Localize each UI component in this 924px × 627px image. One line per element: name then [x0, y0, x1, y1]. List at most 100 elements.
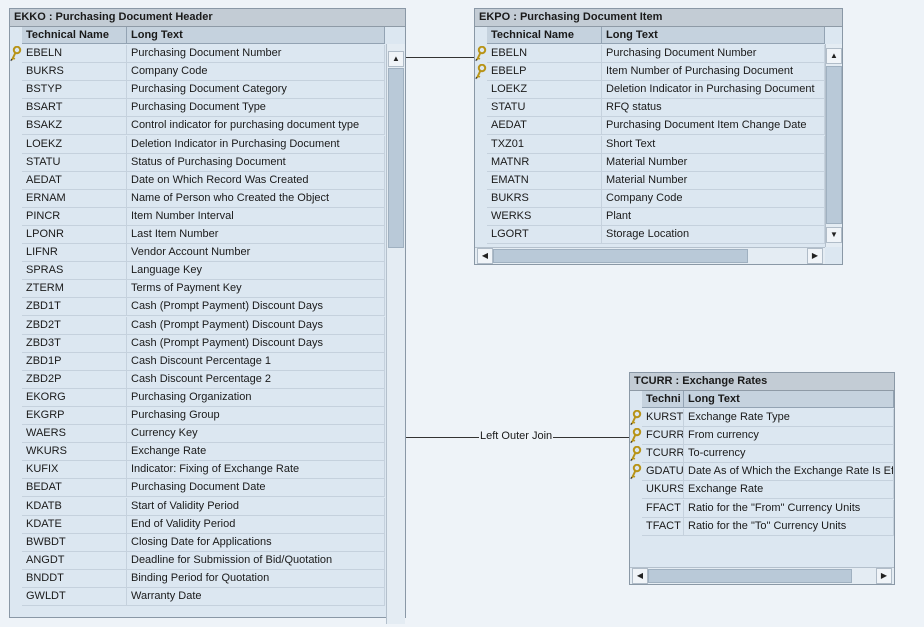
table-row[interactable]: KDATE End of Validity Period: [10, 515, 385, 534]
table-row[interactable]: BSAKZ Control indicator for purchasing do…: [10, 117, 385, 136]
table-row[interactable]: KUFIX Indicator: Fixing of Exchange Rate: [10, 461, 385, 480]
table-row[interactable]: BNDDT Binding Period for Quotation: [10, 569, 385, 588]
technical-name-cell: KDATB: [22, 497, 127, 516]
table-row[interactable]: BSART Purchasing Document Type: [10, 99, 385, 118]
technical-name-cell: WERKS: [487, 207, 602, 226]
scroll-thumb[interactable]: [388, 68, 404, 248]
table-row[interactable]: AEDAT Purchasing Document Item Change Dat…: [475, 117, 825, 136]
table-ekko[interactable]: EKKO : Purchasing Document Header Techni…: [9, 8, 406, 624]
technical-name-cell: TXZ01: [487, 135, 602, 154]
horizontal-scrollbar[interactable]: ◀ ▶: [630, 567, 894, 584]
table-row[interactable]: ZBD2T Cash (Prompt Payment) Discount Days: [10, 316, 385, 335]
long-text-cell: Date As of Which the Exchange Rate Is Ef…: [684, 463, 894, 482]
technical-name-cell: EBELN: [487, 45, 602, 63]
table-row[interactable]: FFACT Ratio for the "From" Currency Units: [630, 499, 894, 518]
table-row[interactable]: TCURR To-currency: [630, 445, 894, 464]
table-row[interactable]: LOEKZ Deletion Indicator in Purchasing Do…: [475, 81, 825, 100]
table-row[interactable]: EBELP Item Number of Purchasing Document: [475, 63, 825, 82]
scroll-left-arrow-icon[interactable]: ◀: [477, 248, 493, 264]
table-row[interactable]: ZBD1T Cash (Prompt Payment) Discount Days: [10, 298, 385, 317]
scroll-right-arrow-icon[interactable]: ▶: [807, 248, 823, 264]
technical-name-cell: EKORG: [22, 388, 127, 407]
table-row[interactable]: WAERS Currency Key: [10, 425, 385, 444]
scroll-thumb[interactable]: [648, 569, 852, 583]
table-title[interactable]: EKPO : Purchasing Document Item: [475, 9, 842, 27]
table-row[interactable]: GDATU Date As of Which the Exchange Rate …: [630, 463, 894, 482]
table-row[interactable]: TFACT Ratio for the "To" Currency Units: [630, 517, 894, 536]
table-row[interactable]: LGORT Storage Location: [475, 226, 825, 244]
table-row[interactable]: LOEKZ Deletion Indicator in Purchasing Do…: [10, 135, 385, 154]
technical-name-cell: FFACT: [642, 499, 684, 518]
technical-name-cell: FCURR: [642, 427, 684, 446]
technical-name-cell: STATU: [487, 99, 602, 118]
long-text-cell: Cash Discount Percentage 2: [127, 370, 385, 389]
scroll-left-arrow-icon[interactable]: ◀: [632, 568, 648, 584]
table-row[interactable]: GWLDT Warranty Date: [10, 588, 385, 606]
table-row[interactable]: PINCR Item Number Interval: [10, 207, 385, 226]
technical-name-cell: GWLDT: [22, 588, 127, 606]
column-header-technical-name[interactable]: Technical Name: [487, 27, 602, 44]
technical-name-cell: PINCR: [22, 207, 127, 226]
table-row[interactable]: ZBD2P Cash Discount Percentage 2: [10, 370, 385, 389]
technical-name-cell: BSAKZ: [22, 117, 127, 136]
technical-name-cell: EMATN: [487, 171, 602, 190]
table-row[interactable]: ERNAM Name of Person who Created the Obje…: [10, 189, 385, 208]
table-row[interactable]: TXZ01 Short Text: [475, 135, 825, 154]
long-text-cell: Purchasing Document Category: [127, 81, 385, 100]
table-row[interactable]: WKURS Exchange Rate: [10, 443, 385, 462]
table-row[interactable]: STATU Status of Purchasing Document: [10, 153, 385, 172]
scroll-right-arrow-icon[interactable]: ▶: [876, 568, 892, 584]
table-row[interactable]: KDATB Start of Validity Period: [10, 497, 385, 516]
table-row[interactable]: EBELN Purchasing Document Number: [10, 45, 385, 63]
table-row[interactable]: ZBD1P Cash Discount Percentage 1: [10, 352, 385, 371]
column-header-long-text[interactable]: Long Text: [127, 27, 385, 44]
table-row[interactable]: ZTERM Terms of Payment Key: [10, 280, 385, 299]
long-text-cell: Exchange Rate: [684, 481, 894, 500]
table-row[interactable]: BWBDT Closing Date for Applications: [10, 533, 385, 552]
table-ekpo[interactable]: EKPO : Purchasing Document Item Technica…: [474, 8, 843, 265]
long-text-cell: Purchasing Document Date: [127, 479, 385, 498]
table-row[interactable]: EKGRP Purchasing Group: [10, 407, 385, 425]
column-header-technical-name[interactable]: Technical Name: [22, 27, 127, 44]
table-row[interactable]: KURST Exchange Rate Type: [630, 409, 894, 427]
table-row[interactable]: STATU RFQ status: [475, 99, 825, 118]
table-row[interactable]: LIFNR Vendor Account Number: [10, 244, 385, 263]
technical-name-cell: GDATU: [642, 463, 684, 482]
table-row[interactable]: AEDAT Date on Which Record Was Created: [10, 171, 385, 190]
table-row[interactable]: EKORG Purchasing Organization: [10, 388, 385, 407]
table-row[interactable]: WERKS Plant: [475, 207, 825, 226]
table-row[interactable]: EBELN Purchasing Document Number: [475, 45, 825, 63]
table-title[interactable]: EKKO : Purchasing Document Header: [10, 9, 405, 27]
column-header-technical-name[interactable]: Techni: [642, 391, 684, 408]
horizontal-scrollbar[interactable]: ◀ ▶: [475, 247, 825, 264]
table-row[interactable]: MATNR Material Number: [475, 153, 825, 172]
table-title[interactable]: TCURR : Exchange Rates: [630, 373, 894, 391]
column-header-long-text[interactable]: Long Text: [684, 391, 894, 408]
technical-name-cell: ZTERM: [22, 280, 127, 299]
table-row[interactable]: ANGDT Deadline for Submission of Bid/Quot…: [10, 551, 385, 570]
join-line-ekko-ekpo: [405, 57, 475, 58]
table-row[interactable]: SPRAS Language Key: [10, 262, 385, 281]
table-row[interactable]: BEDAT Purchasing Document Date: [10, 479, 385, 498]
column-header-long-text[interactable]: Long Text: [602, 27, 825, 44]
scroll-up-arrow-icon[interactable]: ▲: [826, 48, 842, 64]
scroll-thumb[interactable]: [493, 249, 748, 263]
table-row[interactable]: BSTYP Purchasing Document Category: [10, 81, 385, 100]
table-row[interactable]: BUKRS Company Code: [10, 63, 385, 82]
technical-name-cell: ZBD2T: [22, 316, 127, 335]
long-text-cell: End of Validity Period: [127, 515, 385, 534]
vertical-scrollbar[interactable]: ▲ ▼: [825, 44, 842, 247]
long-text-cell: Purchasing Document Type: [127, 99, 385, 118]
table-row[interactable]: FCURR From currency: [630, 427, 894, 446]
table-row[interactable]: ZBD3T Cash (Prompt Payment) Discount Days: [10, 334, 385, 353]
long-text-cell: Purchasing Document Number: [602, 45, 825, 63]
table-row[interactable]: LPONR Last Item Number: [10, 226, 385, 244]
vertical-scrollbar[interactable]: ▲: [386, 44, 405, 624]
scroll-down-arrow-icon[interactable]: ▼: [826, 227, 842, 243]
scroll-up-arrow-icon[interactable]: ▲: [388, 51, 404, 67]
table-tcurr[interactable]: TCURR : Exchange Rates Techni Long Text …: [629, 372, 895, 585]
table-row[interactable]: BUKRS Company Code: [475, 189, 825, 208]
scroll-thumb[interactable]: [826, 66, 842, 224]
table-row[interactable]: UKURS Exchange Rate: [630, 481, 894, 500]
table-row[interactable]: EMATN Material Number: [475, 171, 825, 190]
